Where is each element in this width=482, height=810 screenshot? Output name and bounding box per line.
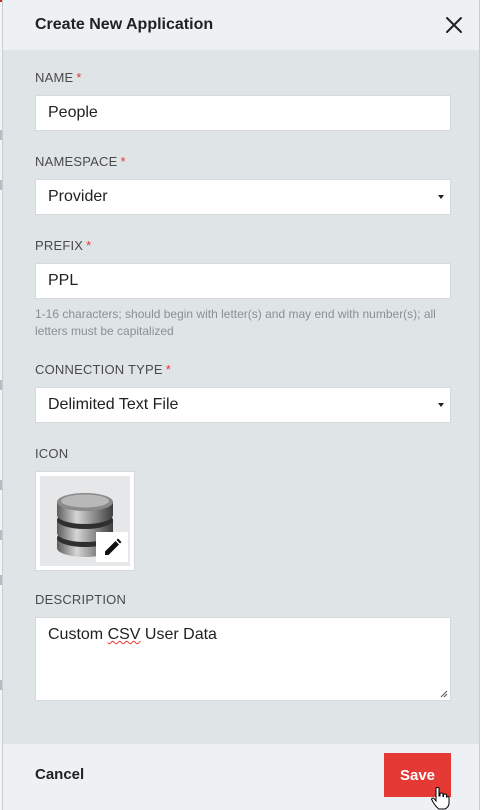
namespace-label-text: NAMESPACE xyxy=(35,154,118,169)
description-text: Custom xyxy=(48,626,108,643)
hand-cursor-icon xyxy=(430,787,450,810)
caret-down-icon xyxy=(438,195,444,199)
required-mark: * xyxy=(165,362,171,377)
prefix-input-value: PPL xyxy=(48,272,79,289)
description-label: DESCRIPTION xyxy=(35,592,126,607)
close-icon[interactable] xyxy=(443,14,465,36)
name-label-text: NAME xyxy=(35,70,74,85)
connection-type-select[interactable]: Delimited Text File xyxy=(35,387,451,423)
description-text-rest: User Data xyxy=(140,626,217,643)
database-icon xyxy=(40,476,130,566)
connection-type-label-text: CONNECTION TYPE xyxy=(35,362,163,377)
name-input[interactable]: People xyxy=(35,95,451,131)
description-textarea[interactable]: Custom CSV User Data xyxy=(35,617,451,701)
create-application-dialog: Create New Application NAME * People NAME… xyxy=(2,0,480,810)
description-label-text: DESCRIPTION xyxy=(35,592,127,607)
prefix-hint: 1-16 characters; should begin with lette… xyxy=(35,306,455,340)
prefix-hint-line: letters must be capitalized xyxy=(35,324,174,338)
dialog-header: Create New Application xyxy=(3,0,479,50)
misspelled-word: CSV xyxy=(107,626,141,643)
icon-picker[interactable] xyxy=(35,471,135,571)
prefix-input[interactable]: PPL xyxy=(35,263,451,299)
dialog-title: Create New Application xyxy=(35,16,214,33)
icon-label: ICON xyxy=(35,446,68,461)
namespace-select[interactable]: Provider xyxy=(35,179,451,215)
namespace-label: NAMESPACE * xyxy=(35,154,126,169)
name-label: NAME * xyxy=(35,70,82,85)
icon-label-text: ICON xyxy=(35,446,69,461)
required-mark: * xyxy=(86,238,92,253)
cancel-button[interactable]: Cancel xyxy=(35,766,84,783)
required-mark: * xyxy=(76,70,82,85)
connection-type-select-value: Delimited Text File xyxy=(48,396,179,413)
prefix-label: PREFIX * xyxy=(35,238,91,253)
dialog-footer: Cancel Save xyxy=(3,744,479,810)
prefix-hint-line: 1-16 characters; should begin with lette… xyxy=(35,307,436,321)
name-input-value: People xyxy=(48,104,98,121)
pencil-icon[interactable] xyxy=(96,532,128,562)
connection-type-label: CONNECTION TYPE * xyxy=(35,362,171,377)
required-mark: * xyxy=(120,154,126,169)
prefix-label-text: PREFIX xyxy=(35,238,84,253)
caret-down-icon xyxy=(438,403,444,407)
resize-grip-icon[interactable] xyxy=(440,690,448,698)
namespace-select-value: Provider xyxy=(48,188,108,205)
